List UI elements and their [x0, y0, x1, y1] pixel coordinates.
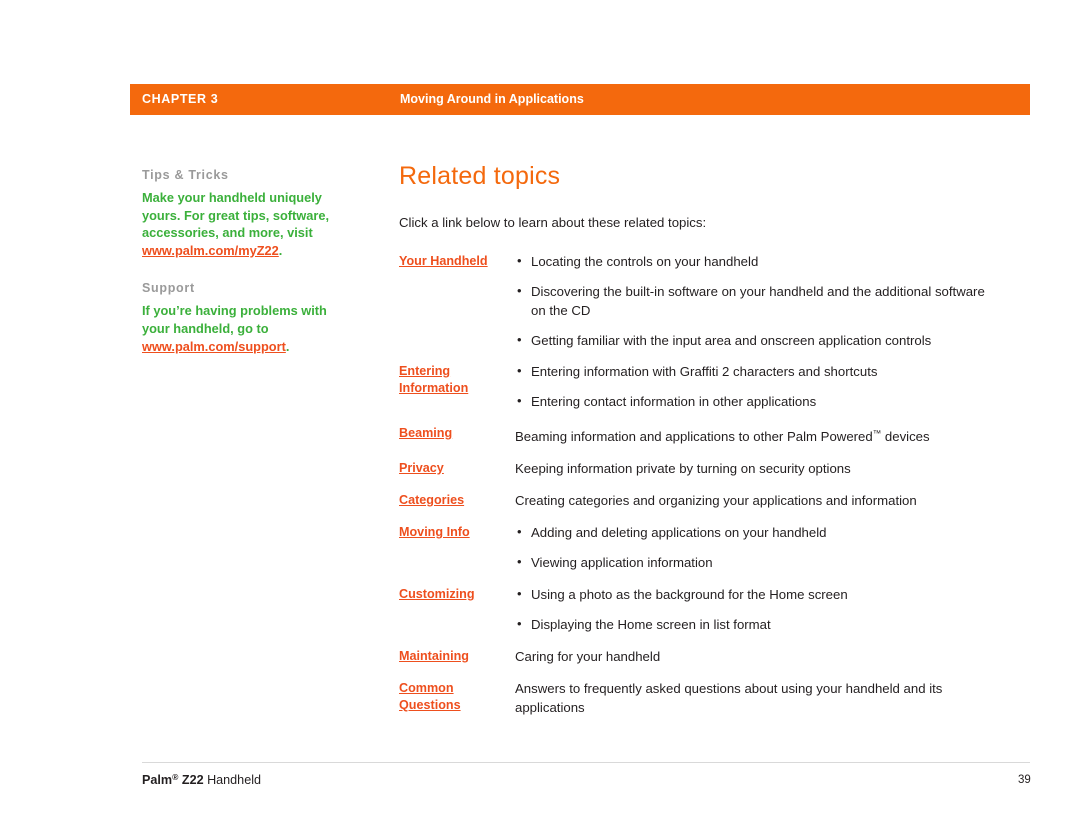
topic-desc: Beaming information and applications to … [515, 424, 999, 446]
sidebar-tips-text: Make your handheld uniquely yours. For g… [142, 190, 330, 241]
topic-link-moving-info[interactable]: Moving Info [399, 523, 515, 541]
topic-row: Customizing Using a photo as the backgro… [399, 584, 999, 634]
footer-model: Z22 [181, 773, 204, 787]
list-item: Creating categories and organizing your … [515, 493, 917, 508]
page-number: 39 [1018, 774, 1031, 786]
list-item: Answers to frequently asked questions ab… [515, 681, 943, 715]
topic-link-beaming[interactable]: Beaming [399, 424, 515, 442]
topic-link-categories[interactable]: Categories [399, 491, 515, 509]
topic-desc: Keeping information private by turning o… [515, 459, 999, 478]
topic-desc: Using a photo as the background for the … [515, 584, 999, 634]
topic-row: Common Questions Answers to frequently a… [399, 679, 999, 717]
trademark-symbol: ™ [872, 428, 882, 438]
sidebar-support-period: . [285, 338, 290, 354]
list-item: Using a photo as the background for the … [515, 584, 999, 604]
topic-desc: Caring for your handheld [515, 647, 999, 666]
page-title: Related topics [399, 162, 561, 190]
list-item: Beaming information and applications to … [515, 428, 930, 444]
sidebar-block-tips: Tips & Tricks Make your handheld uniquel… [142, 168, 342, 259]
chapter-label: CHAPTER 3 [142, 92, 219, 106]
topic-desc: Creating categories and organizing your … [515, 491, 999, 510]
footer-brand: Palm [142, 773, 173, 787]
topic-desc: Answers to frequently asked questions ab… [515, 679, 999, 717]
topic-link-customizing[interactable]: Customizing [399, 585, 515, 603]
topic-row: Privacy Keeping information private by t… [399, 459, 999, 478]
sidebar-heading-support: Support [142, 281, 195, 296]
link-palm-support[interactable]: www.palm.com/support [142, 339, 286, 354]
main-content: Related topics Click a link below to lea… [399, 162, 999, 717]
footer-product: Palm® Z22 Handheld [142, 772, 261, 787]
topic-link-your-handheld[interactable]: Your Handheld [399, 252, 515, 270]
topic-desc: Locating the controls on your handheld D… [515, 251, 999, 350]
topic-row: Moving Info Adding and deleting applicat… [399, 522, 999, 572]
topic-link-entering-information[interactable]: Entering Information [399, 362, 515, 397]
sidebar-support-text: If you’re having problems with your hand… [142, 303, 327, 336]
intro-text: Click a link below to learn about these … [399, 215, 707, 230]
list-item: Entering information with Graffiti 2 cha… [515, 361, 999, 381]
related-topics-list: Your Handheld Locating the controls on y… [399, 251, 999, 717]
topic-row: Maintaining Caring for your handheld [399, 647, 999, 666]
topic-link-maintaining[interactable]: Maintaining [399, 647, 515, 665]
list-item: Locating the controls on your handheld [515, 251, 999, 271]
sidebar: Tips & Tricks Make your handheld uniquel… [142, 168, 342, 377]
list-item: Discovering the built-in software on you… [515, 281, 999, 320]
topic-link-privacy[interactable]: Privacy [399, 459, 515, 477]
list-item: Caring for your handheld [515, 649, 661, 664]
topic-row: Your Handheld Locating the controls on y… [399, 251, 999, 350]
list-item: Displaying the Home screen in list forma… [515, 614, 999, 634]
sidebar-tips-period: . [278, 242, 283, 258]
sidebar-block-support: Support If you’re having problems with y… [142, 281, 342, 355]
list-item: Viewing application information [515, 552, 999, 572]
document-page: CHAPTER 3 Moving Around in Applications … [0, 0, 1080, 834]
sidebar-text-support: If you’re having problems with your hand… [142, 302, 342, 355]
topic-row: Categories Creating categories and organ… [399, 491, 999, 510]
topic-desc: Entering information with Graffiti 2 cha… [515, 361, 999, 411]
topic-row: Entering Information Entering informatio… [399, 361, 999, 411]
chapter-title: Moving Around in Applications [400, 92, 584, 106]
registered-icon: ® [172, 772, 179, 782]
list-item: Getting familiar with the input area and… [515, 330, 999, 350]
topic-link-common-questions[interactable]: Common Questions [399, 679, 515, 714]
sidebar-heading-tips: Tips & Tricks [142, 168, 229, 182]
list-item: Adding and deleting applications on your… [515, 522, 999, 542]
link-palm-myz22[interactable]: www.palm.com/myZ22 [142, 243, 279, 258]
topic-desc: Adding and deleting applications on your… [515, 522, 999, 572]
footer-divider [142, 762, 1030, 763]
footer-suffix: Handheld [203, 773, 261, 787]
topic-row: Beaming Beaming information and applicat… [399, 424, 999, 446]
sidebar-text-tips: Make your handheld uniquely yours. For g… [142, 189, 342, 259]
list-item: Keeping information private by turning o… [515, 461, 851, 476]
list-item: Entering contact information in other ap… [515, 391, 999, 411]
